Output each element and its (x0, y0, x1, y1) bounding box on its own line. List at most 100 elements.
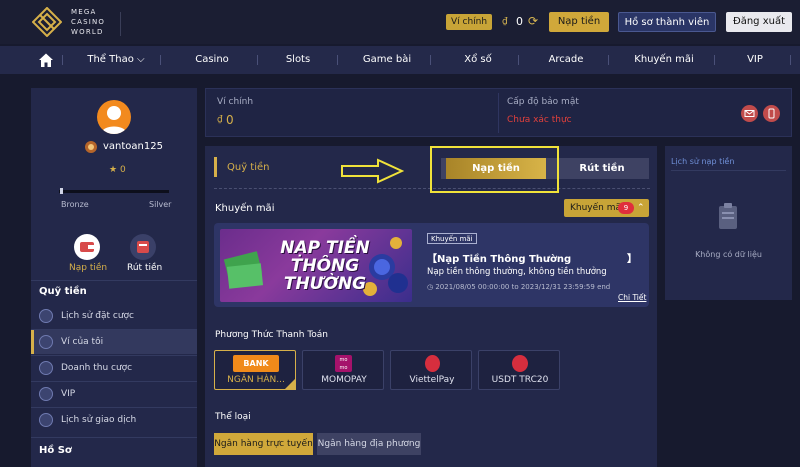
sidebar-item-vip[interactable]: VIP (31, 382, 197, 406)
deposit-button[interactable]: Nạp tiền (549, 12, 609, 32)
payment-methods-label: Phương Thức Thanh Toán (215, 330, 329, 340)
username: vantoan125 (103, 141, 163, 152)
top-header: MEGA CASINO WORLD Ví chính ₫ 0 ⟳ Nạp tiề… (0, 0, 800, 44)
divider (31, 280, 197, 281)
quick-withdraw-label[interactable]: Rút tiền (127, 263, 162, 273)
balance-value: 0 (516, 15, 523, 28)
payment-method-viettelpay[interactable]: ViettelPay (390, 350, 472, 390)
clipboard-icon (719, 203, 737, 229)
card-icon (137, 241, 149, 253)
divider (62, 55, 63, 65)
profile-button[interactable]: Hồ sơ thành viên (618, 12, 716, 32)
star-icon: ★ (109, 165, 118, 175)
wallet-summary-card: Ví chính ₫ 0 Cấp độ bảo mật Chưa xác thự… (205, 88, 792, 137)
quick-deposit-button[interactable] (74, 234, 100, 260)
nav-item-slots[interactable]: Slots (268, 46, 328, 74)
tab-withdraw[interactable]: Rút tiền (555, 158, 649, 179)
currency-symbol: ₫ (217, 115, 223, 125)
category-label: Thể loại (215, 412, 251, 422)
payment-method-momo[interactable]: mo mo MOMOPAY (302, 350, 384, 390)
promotion-title: 【Nạp Tiền Thông Thường】 (427, 254, 637, 265)
section-title-money: Quỹ tiền (39, 286, 87, 297)
promotion-card[interactable]: NẠP TIỀN THÔNG THƯỜNG Khuyến mãi 【Nạp Ti… (214, 223, 649, 307)
divider (671, 170, 786, 171)
history-icon (39, 309, 53, 323)
wallet-icon (80, 242, 94, 252)
logo-icon[interactable] (32, 7, 62, 37)
promotions-button[interactable]: Khuyến mãi 9 ⌃ (564, 199, 649, 217)
logout-button[interactable]: Đăng xuất (726, 12, 792, 32)
divider (608, 55, 609, 65)
deposit-history-title[interactable]: Lịch sử nạp tiền (671, 157, 734, 166)
viettelpay-icon (425, 355, 440, 372)
security-level-label: Cấp độ bảo mật (507, 97, 579, 107)
level-from: Bronze (61, 200, 89, 209)
avatar[interactable] (97, 100, 131, 134)
refresh-icon[interactable]: ⟳ (528, 14, 542, 28)
nav-item-arcade[interactable]: Arcade (536, 46, 596, 74)
promotion-count-badge: 9 (618, 202, 634, 214)
level-to: Silver (149, 200, 172, 209)
chart-icon (39, 361, 53, 375)
level-progress-marker (60, 188, 64, 194)
payment-method-bank[interactable]: BANK NGÂN HÀN... (214, 350, 296, 390)
main-wallet-label: Ví chính (217, 97, 254, 107)
category-online-banking[interactable]: Ngân hàng trực tuyến (214, 433, 313, 455)
main-wallet-value: 0 (226, 113, 234, 127)
promotions-label: Khuyến mãi (215, 203, 275, 214)
promotion-tag: Khuyến mãi (427, 233, 477, 244)
logo-text: MEGA CASINO WORLD (71, 8, 106, 36)
promotion-banner-text: NẠP TIỀN THÔNG THƯỜNG (280, 238, 370, 294)
panel-title: Quỹ tiền (227, 162, 270, 173)
divider (430, 55, 431, 65)
bank-icon: BANK (233, 355, 279, 372)
vip-level: ★ 0 (109, 165, 126, 175)
promotion-detail-link[interactable]: Chi Tiết (618, 293, 646, 302)
nav-item-card-games[interactable]: Game bài (355, 46, 419, 74)
user-icon (101, 106, 127, 134)
payment-method-usdt[interactable]: USDT TRC20 (478, 350, 560, 390)
currency-symbol: ₫ (502, 17, 508, 27)
divider (518, 55, 519, 65)
category-local-banking[interactable]: Ngân hàng địa phương (317, 433, 421, 455)
divider (714, 55, 715, 65)
promotion-period: ◷ 2021/08/05 00:00:00 to 2023/12/31 23:5… (427, 283, 611, 291)
crown-icon (39, 387, 53, 401)
nav-item-vip[interactable]: VIP (730, 46, 780, 74)
wallet-label[interactable]: Ví chính (446, 14, 493, 30)
clock-icon: ◷ (427, 283, 434, 291)
empty-state-text: Không có dữ liệu (695, 250, 762, 259)
funds-panel: Quỹ tiền Nạp tiền Rút tiền Khuyến mãi Kh… (205, 146, 657, 467)
selected-check-icon (284, 378, 296, 390)
divider (498, 93, 499, 133)
sidebar-item-turnover[interactable]: Doanh thu cược (31, 356, 197, 380)
home-icon[interactable] (38, 52, 54, 68)
main-nav: Thể Thao ⌵ Casino Slots Game bài Xổ số A… (0, 46, 800, 74)
divider (257, 55, 258, 65)
phone-icon[interactable] (763, 105, 780, 122)
nav-item-casino[interactable]: Casino (180, 46, 244, 74)
wallet-icon (39, 335, 53, 349)
quick-deposit-label[interactable]: Nạp tiền (69, 263, 107, 273)
level-progress-bar (59, 190, 169, 193)
divider (160, 55, 161, 65)
section-accent (214, 157, 217, 177)
sidebar-item-my-wallet[interactable]: Ví của tôi (31, 330, 197, 354)
momo-icon: mo mo (335, 355, 352, 372)
quick-withdraw-button[interactable] (130, 234, 156, 260)
nav-item-sports[interactable]: Thể Thao ⌵ (80, 46, 152, 74)
divider (790, 55, 791, 65)
tron-icon (512, 355, 528, 372)
deposit-history-panel: Lịch sử nạp tiền Không có dữ liệu (665, 146, 792, 300)
rank-badge-icon (85, 141, 97, 153)
nav-item-promotions[interactable]: Khuyến mãi (628, 46, 700, 74)
chevron-up-icon: ⌃ (637, 203, 645, 213)
nav-item-lottery[interactable]: Xổ số (448, 46, 508, 74)
sidebar-item-bet-history[interactable]: Lịch sử đặt cược (31, 304, 197, 328)
security-level-value: Chưa xác thực (507, 115, 572, 125)
promotion-description: Nạp tiền thông thường, không tiền thưởng (427, 267, 607, 277)
highlight-frame (430, 146, 559, 193)
sidebar-item-transaction-history[interactable]: Lịch sử giao dịch (31, 408, 197, 432)
email-icon[interactable] (741, 105, 758, 122)
divider (31, 437, 197, 438)
